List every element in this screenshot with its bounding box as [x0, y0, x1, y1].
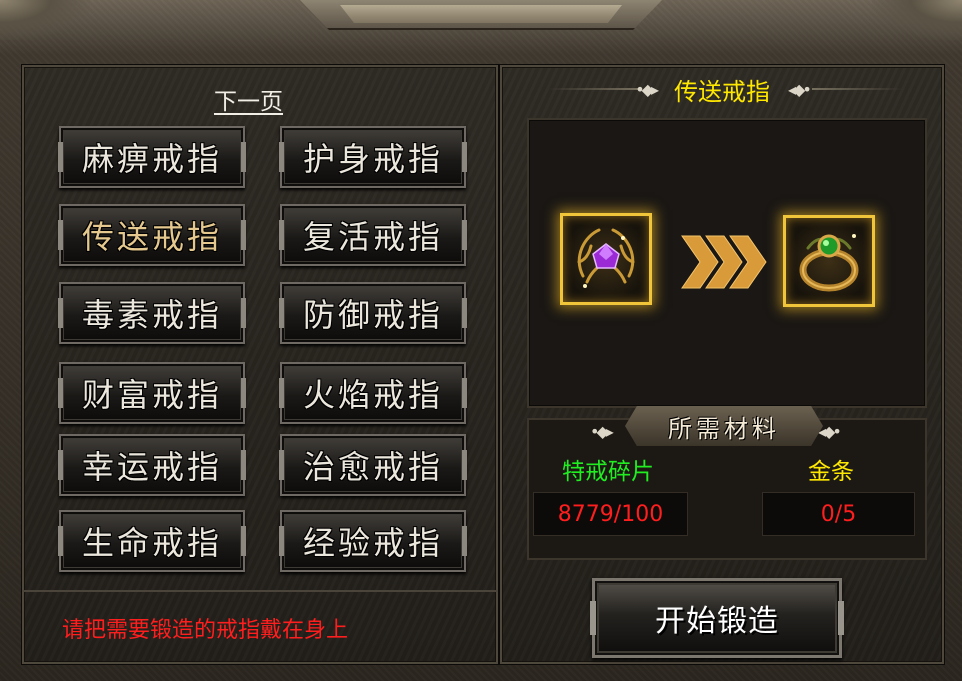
start-forge-label: 开始锻造 [655, 604, 779, 639]
ring-button-jingyan[interactable]: 经验戒指 [279, 510, 467, 572]
forge-window: 下一页 麻痹戒指 护身戒指 传送戒指 复活戒指 毒素戒指 防御戒指 财富戒指 火… [0, 0, 962, 681]
panel-divider [22, 590, 498, 592]
ring-button-hushen[interactable]: 护身戒指 [279, 126, 467, 188]
target-title-row: •◆▸ 传送戒指 ◂◆• [544, 74, 900, 106]
ring-button-label: 火焰戒指 [302, 376, 443, 414]
materials-header: 所需材料 [625, 406, 823, 446]
ring-button-mabi[interactable]: 麻痹戒指 [58, 126, 246, 188]
ring-button-dusu[interactable]: 毒素戒指 [58, 282, 246, 344]
purple-gem-fragment-icon [577, 228, 635, 288]
frame-corner-left [0, 0, 90, 40]
hint-text: 请把需要锻造的戒指戴在身上 [62, 618, 349, 643]
ring-button-shengming[interactable]: 生命戒指 [58, 510, 246, 572]
material-name-fragment: 特戒碎片 [562, 459, 654, 485]
ring-button-label: 幸运戒指 [81, 448, 222, 486]
ring-button-fangyu[interactable]: 防御戒指 [279, 282, 467, 344]
start-forge-button[interactable]: 开始锻造 [590, 578, 844, 658]
ring-button-chuansong[interactable]: 传送戒指 [58, 204, 246, 266]
frame-corner-right [872, 0, 962, 40]
title-deco-icon: •◆▸ [635, 79, 659, 99]
ring-button-label: 防御戒指 [302, 296, 443, 334]
ring-button-label: 护身戒指 [302, 140, 443, 178]
ring-button-zhiyu[interactable]: 治愈戒指 [279, 434, 467, 496]
materials-header-label: 所需材料 [668, 414, 780, 443]
ring-button-label: 麻痹戒指 [81, 140, 222, 178]
next-page-link[interactable]: 下一页 [214, 82, 283, 116]
ring-button-label: 毒素戒指 [81, 296, 222, 334]
ring-button-label: 治愈戒指 [302, 448, 443, 486]
material-count-fragment: 8779/100 [533, 492, 688, 536]
green-gem-ring-icon [799, 234, 859, 292]
material-name-gold-bar: 金条 [808, 459, 854, 485]
ring-button-fuhuo[interactable]: 复活戒指 [279, 204, 467, 266]
title-deco-icon: ◂◆• [788, 79, 812, 99]
result-item-slot[interactable] [783, 215, 875, 307]
ring-button-label: 生命戒指 [81, 524, 222, 562]
material-count-gold-bar: 0/5 [762, 492, 915, 536]
source-item-slot[interactable] [560, 213, 652, 305]
ring-button-caifu[interactable]: 财富戒指 [58, 362, 246, 424]
ring-button-huoyan[interactable]: 火焰戒指 [279, 362, 467, 424]
ring-button-label: 复活戒指 [302, 218, 443, 256]
target-ring-title: 传送戒指 [674, 77, 770, 106]
ring-button-label: 经验戒指 [302, 524, 443, 562]
ring-button-label: 财富戒指 [81, 376, 222, 414]
ring-button-xingyun[interactable]: 幸运戒指 [58, 434, 246, 496]
transform-arrows-icon [681, 235, 767, 289]
materials-deco-icon: •◆▸ [590, 422, 614, 441]
ring-button-label: 传送戒指 [81, 218, 222, 256]
top-ornament [300, 0, 662, 30]
